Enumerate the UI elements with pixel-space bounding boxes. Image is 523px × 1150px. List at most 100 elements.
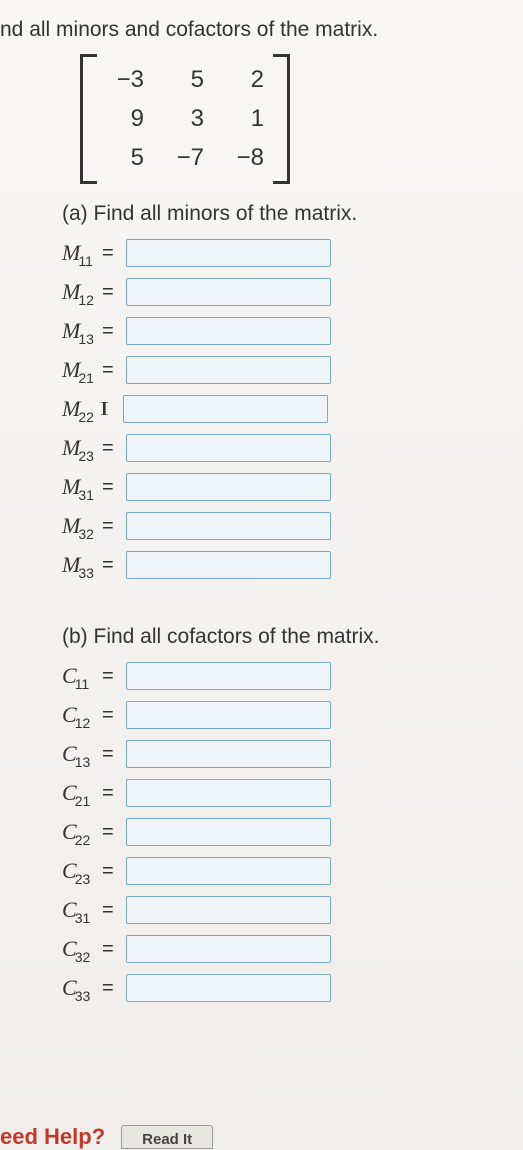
variable-label: M32 xyxy=(62,515,98,537)
input-row: C11= xyxy=(62,659,523,693)
variable-label: M31 xyxy=(62,476,98,498)
cofactors-input-group: C11=C12=C13=C21=C22=C23=C31=C32=C33= xyxy=(62,659,523,1005)
problem-prompt: nd all minors and cofactors of the matri… xyxy=(0,18,523,42)
input-row: M11= xyxy=(62,236,523,270)
cofactor-23-input[interactable] xyxy=(126,857,331,885)
equals-sign: = xyxy=(102,554,118,577)
need-help-link[interactable]: eed Help? xyxy=(0,1124,105,1150)
text-cursor-icon: I xyxy=(101,398,117,421)
footer: eed Help? Read It xyxy=(0,1124,523,1150)
variable-label: C32 xyxy=(62,938,98,960)
matrix-cell: 5 xyxy=(106,144,144,172)
equals-sign: = xyxy=(102,782,118,805)
matrix-cell: −8 xyxy=(226,144,264,172)
minor-33-input[interactable] xyxy=(126,551,331,579)
subscript: 33 xyxy=(78,565,94,581)
subscript: 11 xyxy=(75,676,90,692)
read-it-button[interactable]: Read It xyxy=(121,1125,213,1149)
input-row: M31= xyxy=(62,470,523,504)
minor-32-input[interactable] xyxy=(126,512,331,540)
subscript: 22 xyxy=(78,409,94,425)
equals-sign: = xyxy=(102,320,118,343)
matrix-cell: 9 xyxy=(106,105,144,133)
subscript: 31 xyxy=(78,487,94,503)
equals-sign: = xyxy=(102,743,118,766)
cofactor-12-input[interactable] xyxy=(126,701,331,729)
variable-label: M12 xyxy=(62,281,98,303)
equals-sign: = xyxy=(102,704,118,727)
subscript: 13 xyxy=(78,331,94,347)
subscript: 31 xyxy=(75,910,91,926)
subscript: 23 xyxy=(75,871,91,887)
subscript: 12 xyxy=(75,715,91,731)
subscript: 33 xyxy=(75,988,91,1004)
input-row: C32= xyxy=(62,932,523,966)
subscript: 21 xyxy=(78,370,94,386)
minor-11-input[interactable] xyxy=(126,239,331,267)
input-row: M21= xyxy=(62,353,523,387)
input-row: C13= xyxy=(62,737,523,771)
equals-sign: = xyxy=(102,860,118,883)
subscript: 32 xyxy=(75,949,91,965)
equals-sign: = xyxy=(102,665,118,688)
subscript: 23 xyxy=(78,448,94,464)
input-row: C21= xyxy=(62,776,523,810)
input-row: C22= xyxy=(62,815,523,849)
subscript: 32 xyxy=(78,526,94,542)
matrix-cell: 1 xyxy=(226,105,264,133)
matrix-cell: 2 xyxy=(226,66,264,94)
subscript: 13 xyxy=(75,754,91,770)
subscript: 21 xyxy=(75,793,91,809)
variable-label: C22 xyxy=(62,821,98,843)
variable-label: C21 xyxy=(62,782,98,804)
variable-label: C33 xyxy=(62,977,98,999)
variable-label: C31 xyxy=(62,899,98,921)
input-row: M23= xyxy=(62,431,523,465)
variable-label: M13 xyxy=(62,320,98,342)
input-row: C12= xyxy=(62,698,523,732)
cofactor-11-input[interactable] xyxy=(126,662,331,690)
minors-input-group: M11=M12=M13=M21=M22IM23=M31=M32=M33= xyxy=(62,236,523,582)
equals-sign: = xyxy=(102,437,118,460)
minor-12-input[interactable] xyxy=(126,278,331,306)
equals-sign: = xyxy=(102,821,118,844)
input-row: C23= xyxy=(62,854,523,888)
cofactor-33-input[interactable] xyxy=(126,974,331,1002)
input-row: M22I xyxy=(62,392,523,426)
bracket-right-icon xyxy=(276,54,290,184)
variable-label: C11 xyxy=(62,665,98,687)
input-row: C31= xyxy=(62,893,523,927)
equals-sign: = xyxy=(102,515,118,538)
section-b-label: (b) Find all cofactors of the matrix. xyxy=(62,625,523,649)
matrix-cell: −7 xyxy=(166,144,204,172)
variable-label: M21 xyxy=(62,359,98,381)
minor-13-input[interactable] xyxy=(126,317,331,345)
variable-label: M23 xyxy=(62,437,98,459)
variable-label: C12 xyxy=(62,704,98,726)
subscript: 22 xyxy=(75,832,91,848)
equals-sign: = xyxy=(102,977,118,1000)
input-row: M12= xyxy=(62,275,523,309)
input-row: M13= xyxy=(62,314,523,348)
variable-label: M22 xyxy=(62,398,98,420)
subscript: 12 xyxy=(78,292,94,308)
minor-23-input[interactable] xyxy=(126,434,331,462)
equals-sign: = xyxy=(102,476,118,499)
minor-21-input[interactable] xyxy=(126,356,331,384)
equals-sign: = xyxy=(102,359,118,382)
cofactor-21-input[interactable] xyxy=(126,779,331,807)
minor-22-input[interactable] xyxy=(123,395,328,423)
cofactor-31-input[interactable] xyxy=(126,896,331,924)
matrix-cell: 5 xyxy=(166,66,204,94)
input-row: C33= xyxy=(62,971,523,1005)
equals-sign: = xyxy=(102,899,118,922)
cofactor-22-input[interactable] xyxy=(126,818,331,846)
minor-31-input[interactable] xyxy=(126,473,331,501)
input-row: M33= xyxy=(62,548,523,582)
bracket-left-icon xyxy=(80,54,94,184)
cofactor-13-input[interactable] xyxy=(126,740,331,768)
cofactor-32-input[interactable] xyxy=(126,935,331,963)
equals-sign: = xyxy=(102,938,118,961)
variable-label: C23 xyxy=(62,860,98,882)
subscript: 11 xyxy=(78,253,93,269)
